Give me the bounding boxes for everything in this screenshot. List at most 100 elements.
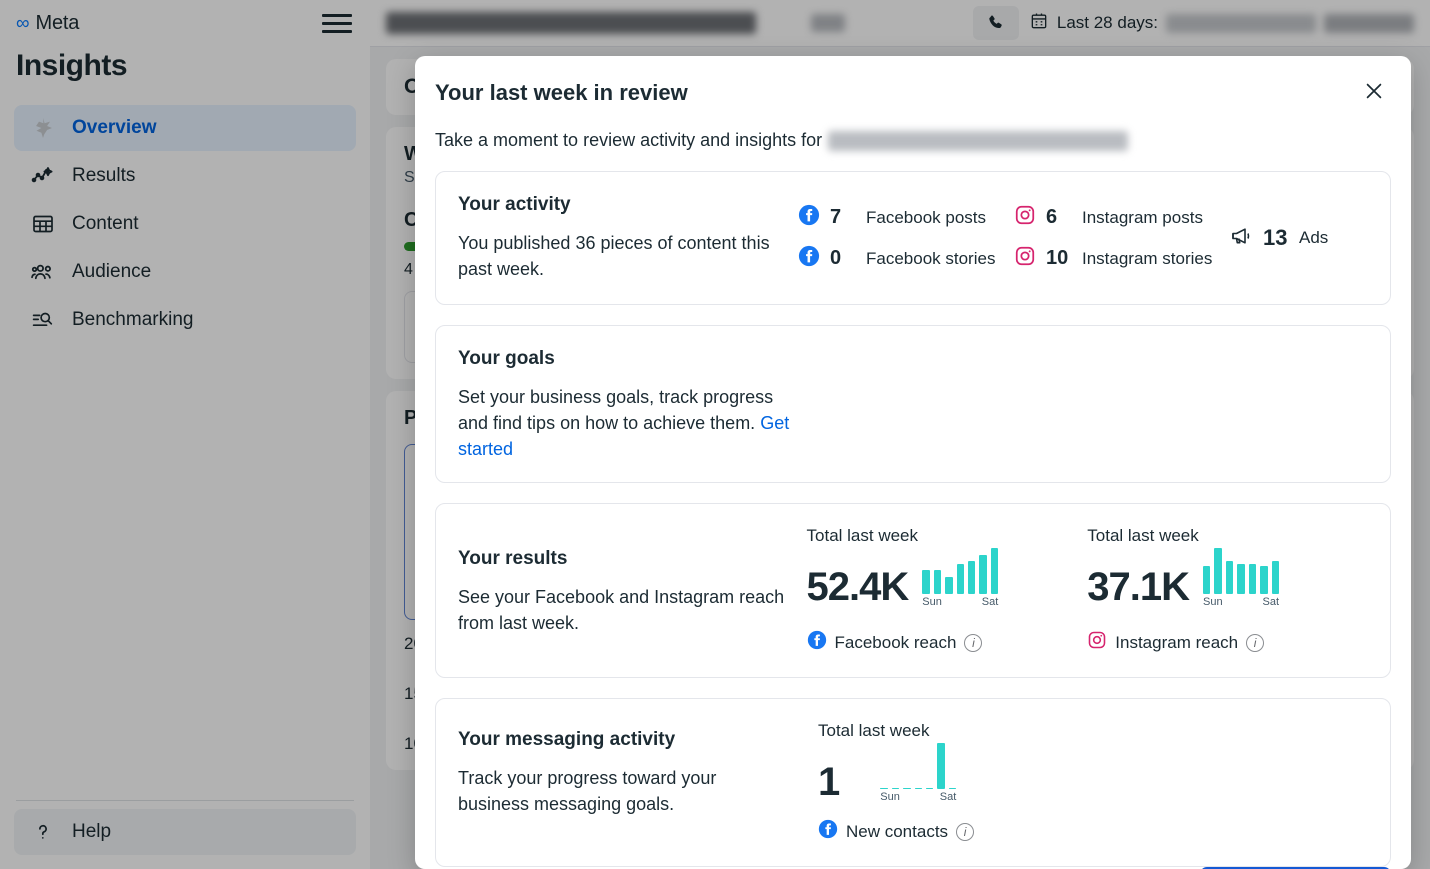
sparkline-bar — [1271, 561, 1279, 595]
stat-value: 7 — [830, 206, 842, 229]
modal-intro-text: Take a moment to review activity and ins… — [435, 130, 823, 150]
sparkline-bar — [891, 787, 900, 790]
messaging-title: Your messaging activity — [458, 729, 676, 751]
stat-ads: 13 Ads — [1229, 224, 1328, 253]
modal-title: Your last week in review — [435, 80, 688, 105]
card-your-goals: Your goals Set your business goals, trac… — [435, 325, 1391, 484]
info-icon[interactable]: i — [964, 633, 983, 652]
results-text-block: Your results See your Facebook and Insta… — [458, 526, 807, 636]
sparkline-bar — [945, 576, 953, 595]
megaphone-ads-icon — [1229, 224, 1253, 253]
sparkline-bar — [1214, 548, 1222, 595]
info-icon[interactable]: i — [956, 822, 975, 841]
sparkline-bar — [1248, 563, 1257, 595]
sparkline-bar — [979, 554, 987, 595]
modal-header: Your last week in review — [435, 74, 1391, 108]
activity-stats: 7 Facebook posts 0 Facebook stories 6 In… — [798, 204, 1368, 272]
metric-footer: New contacts i — [818, 819, 1118, 844]
messaging-text-block: Your messaging activity Track your progr… — [458, 721, 818, 817]
sparkline-bar — [925, 787, 934, 790]
stat-label: Facebook stories — [866, 248, 996, 268]
results-row: Your results See your Facebook and Insta… — [458, 526, 1368, 655]
facebook-icon — [798, 204, 820, 231]
facebook-icon — [798, 245, 820, 272]
metric-label: Instagram reach — [1115, 632, 1239, 652]
sparkline-bar — [948, 787, 957, 790]
blurred-account-name-inline — [828, 130, 1129, 151]
card-your-messaging-activity: Your messaging activity Track your progr… — [435, 698, 1391, 868]
sparkline-bar — [933, 570, 942, 595]
stat-facebook-stories: 0 Facebook stories — [798, 245, 1014, 272]
metric-caption: Total last week — [818, 721, 930, 741]
stat-value: 0 — [830, 247, 842, 270]
metric-caption: Total last week — [806, 526, 919, 546]
stat-label: Instagram stories — [1082, 248, 1213, 268]
metric-caption: Total last week — [1087, 526, 1199, 546]
card-your-activity: Your activity You published 36 pieces of… — [435, 171, 1391, 306]
sparkline-bars — [880, 743, 957, 790]
sparkline-axis: Sun Sat — [880, 791, 956, 803]
axis-label-end: Sat — [939, 791, 957, 804]
metric-value: 52.4K — [806, 565, 910, 610]
activity-title: Your activity — [458, 194, 571, 215]
metric-instagram-reach: Total last week 37.1K Sun Sat Instagram … — [1087, 526, 1368, 655]
sparkline-bar — [1225, 561, 1234, 595]
weekly-review-modal: Your last week in review Take a moment t… — [415, 56, 1411, 869]
sparkline-bar — [1203, 565, 1211, 595]
sparkline-bar — [1237, 563, 1245, 595]
stat-value: 10 — [1046, 247, 1069, 270]
modal-intro: Take a moment to review activity and ins… — [435, 130, 1391, 151]
sparkline-bar — [990, 548, 999, 595]
metric-value-row: 37.1K Sun Sat — [1087, 548, 1368, 608]
sparkline-bar — [1260, 565, 1268, 595]
sparkline-instagram-reach: Sun Sat — [1203, 548, 1279, 608]
axis-label-start: Sun — [922, 596, 942, 609]
facebook-icon — [818, 819, 838, 844]
instagram-icon — [1087, 630, 1107, 655]
metric-facebook-reach: Total last week 52.4K Sun Sat Facebook r… — [807, 526, 1088, 655]
axis-label-start: Sun — [1203, 596, 1223, 609]
sparkline-bar — [880, 787, 888, 790]
screen-root: ∞ Meta Insights Overview Results Content… — [0, 0, 1430, 869]
sparkline-bar — [914, 787, 922, 790]
metric-value: 1 — [818, 760, 841, 805]
goals-description-block: Set your business goals, track progress … — [458, 384, 803, 462]
results-title: Your results — [458, 548, 568, 570]
instagram-icon — [1014, 204, 1036, 231]
stat-instagram-stories: 10 Instagram stories — [1014, 245, 1229, 272]
close-x-icon[interactable] — [1357, 74, 1391, 108]
stat-label: Ads — [1299, 228, 1329, 248]
sparkline-new-contacts: Sun Sat — [880, 743, 956, 803]
sparkline-axis: Sun Sat — [1203, 596, 1279, 608]
messaging-row: Your messaging activity Track your progr… — [458, 721, 1368, 844]
sparkline-bars — [1203, 548, 1279, 595]
stat-label: Instagram posts — [1082, 207, 1203, 227]
metric-value-row: 1 Sun Sat — [818, 743, 1118, 803]
facebook-stats-column: 7 Facebook posts 0 Facebook stories — [798, 204, 1014, 272]
goals-description: Set your business goals, track progress … — [458, 387, 774, 434]
sparkline-facebook-reach: Sun Sat — [922, 548, 998, 608]
axis-label-end: Sat — [981, 596, 999, 609]
axis-label-start: Sun — [880, 791, 900, 804]
goals-title: Your goals — [458, 348, 555, 370]
sparkline-bar — [922, 570, 930, 595]
metric-value: 37.1K — [1087, 565, 1190, 610]
card-your-results: Your results See your Facebook and Insta… — [435, 503, 1391, 679]
instagram-icon — [1014, 245, 1036, 272]
activity-description: You published 36 pieces of content this … — [458, 233, 770, 280]
sparkline-bar — [937, 743, 945, 790]
activity-text-block: Your activity You published 36 pieces of… — [458, 194, 798, 282]
messaging-description: Track your progress toward your business… — [458, 768, 717, 815]
metric-label: Facebook reach — [834, 632, 957, 652]
metric-footer: Facebook reach i — [807, 630, 1088, 655]
activity-row: Your activity You published 36 pieces of… — [458, 194, 1368, 282]
stat-facebook-posts: 7 Facebook posts — [798, 204, 1014, 231]
info-icon[interactable]: i — [1246, 633, 1265, 652]
sparkline-bar — [956, 564, 964, 595]
metric-new-contacts: Total last week 1 Sun Sat New contacts i — [818, 721, 1118, 844]
instagram-stats-column: 6 Instagram posts 10 Instagram stories — [1014, 204, 1229, 272]
stat-instagram-posts: 6 Instagram posts — [1014, 204, 1229, 231]
sparkline-bar — [903, 787, 911, 790]
facebook-icon — [807, 630, 827, 655]
metric-value-row: 52.4K Sun Sat — [807, 548, 1088, 608]
